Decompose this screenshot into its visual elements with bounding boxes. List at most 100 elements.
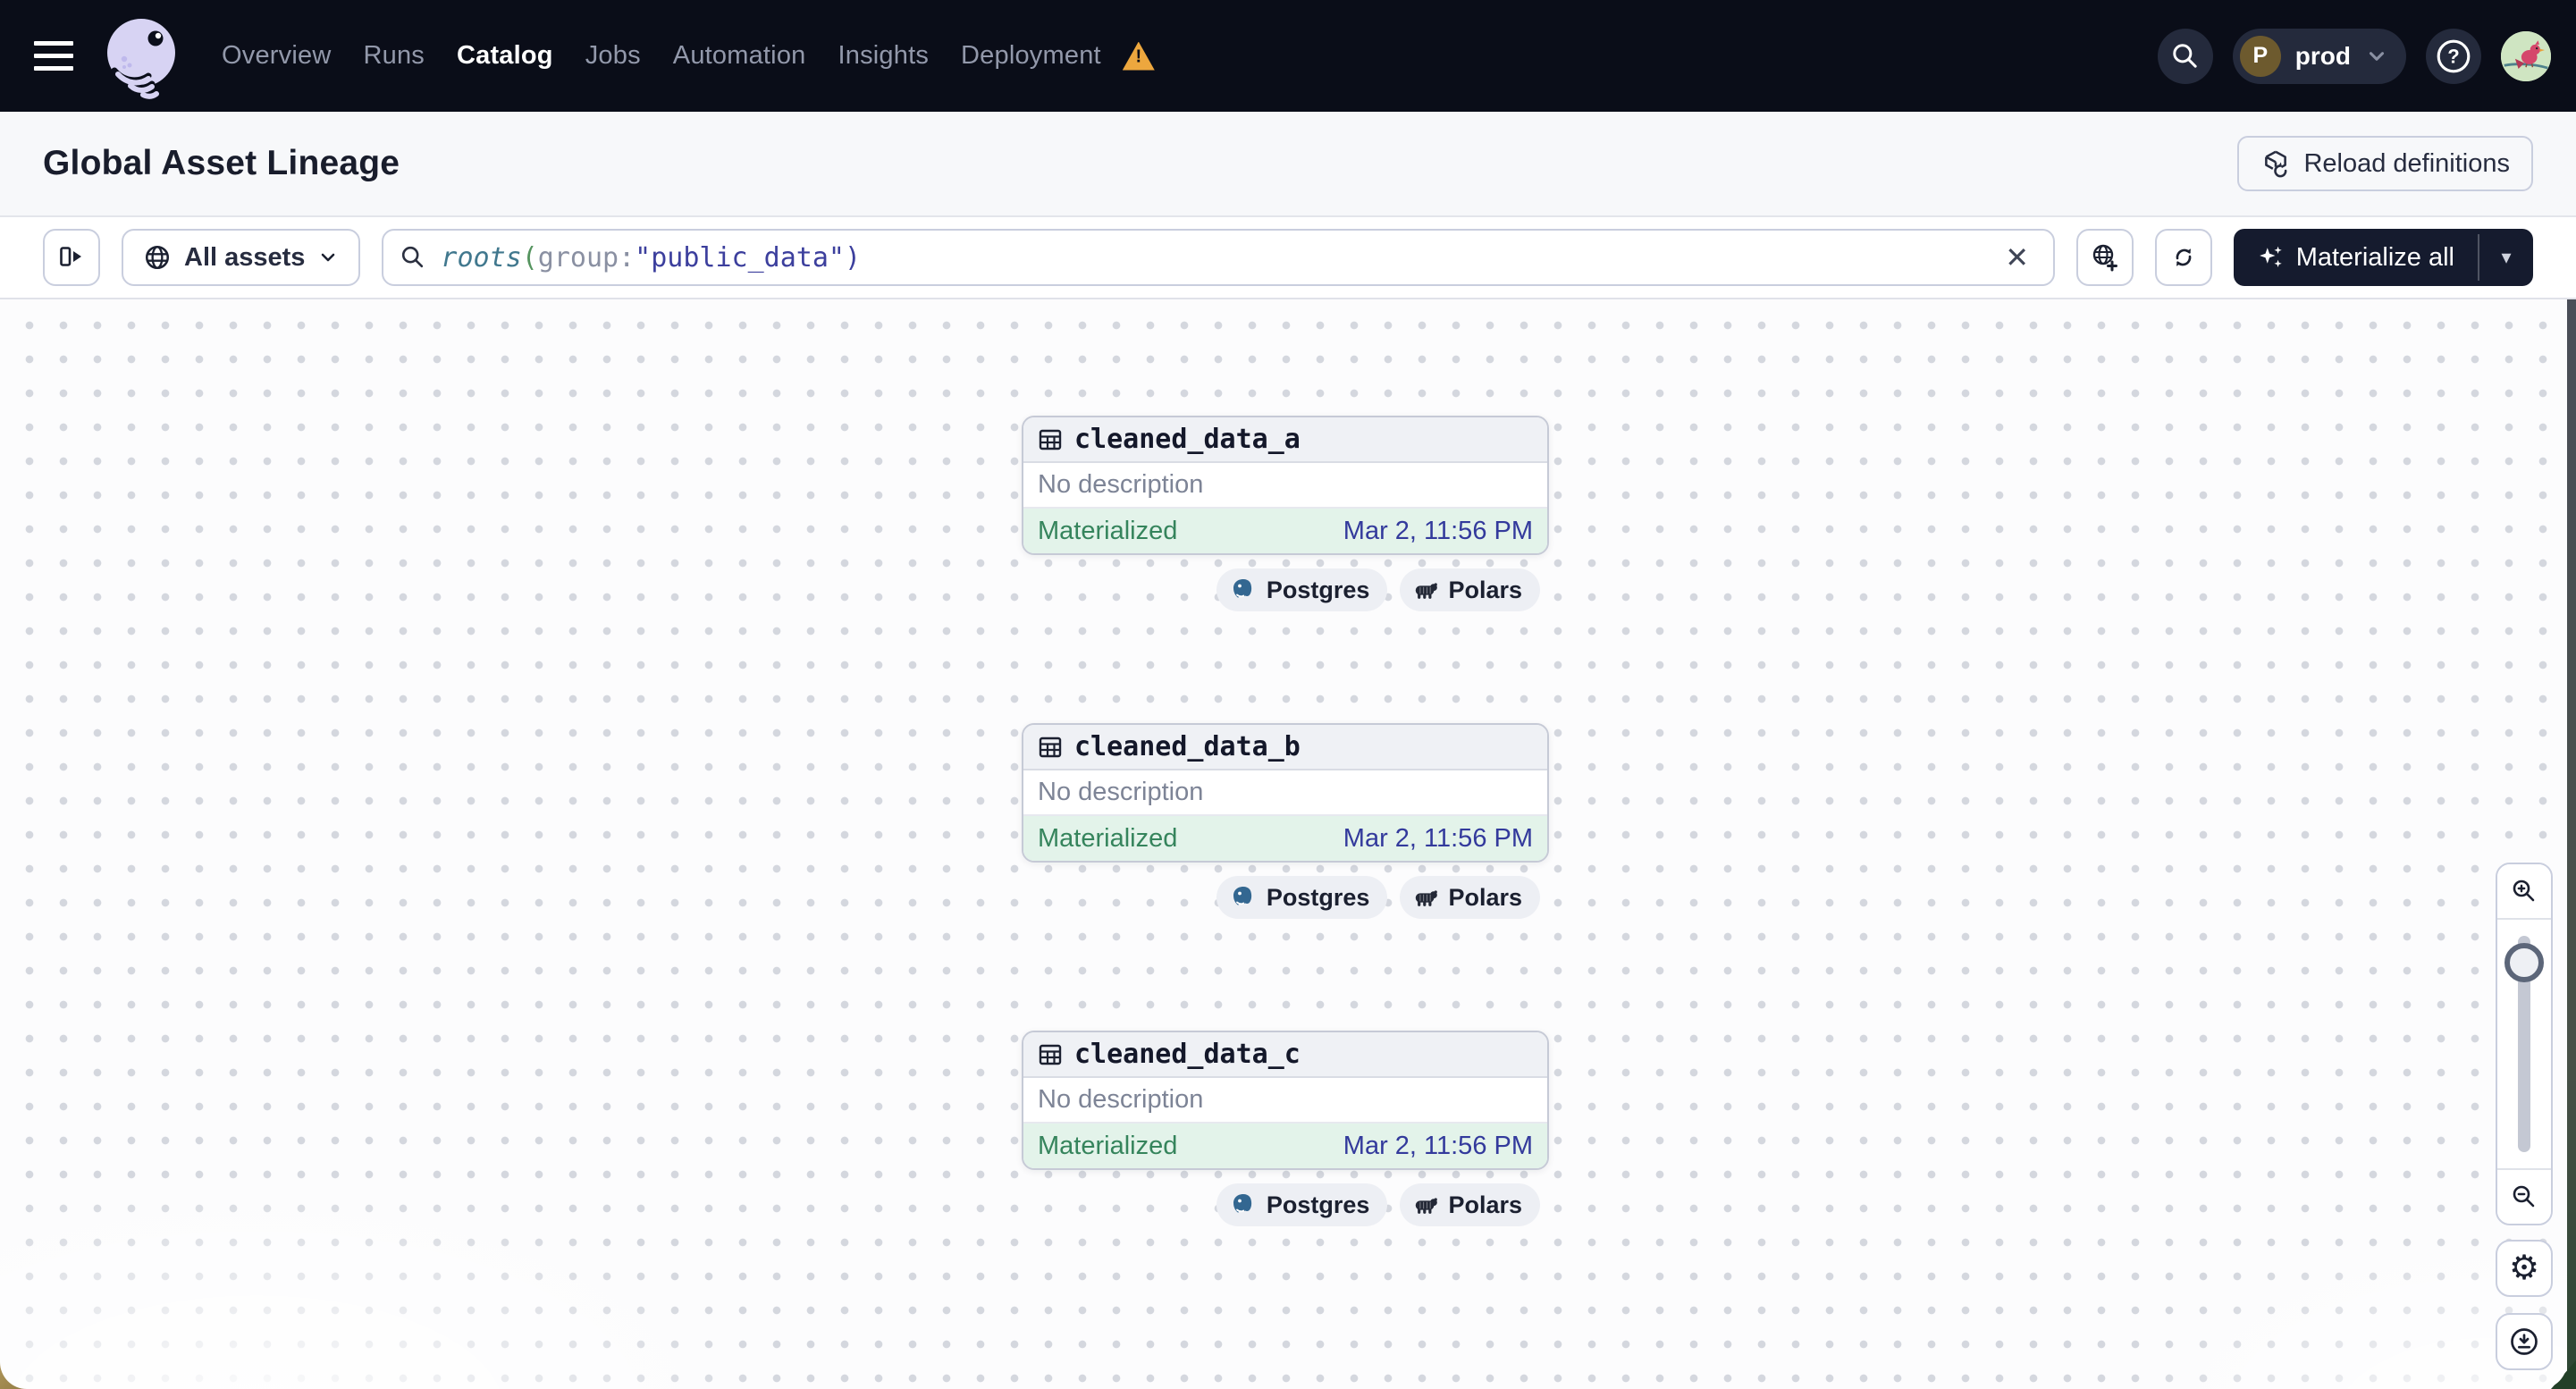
materialize-options-caret[interactable]: ▾	[2479, 229, 2533, 286]
tag-polars[interactable]: Polars	[1400, 568, 1540, 611]
lineage-graph-area: cleaned_data_a No description Materializ…	[0, 299, 2576, 1389]
postgres-icon	[1233, 579, 1252, 598]
cardinal-bird-avatar-image	[2501, 30, 2551, 81]
asset-node-header: cleaned_data_a	[1023, 417, 1547, 463]
asset-description: No description	[1023, 1078, 1547, 1124]
environment-label: prod	[2294, 41, 2351, 70]
nav-item-catalog[interactable]: Catalog	[457, 41, 553, 71]
search-icon	[402, 246, 424, 268]
nav-item-insights[interactable]: Insights	[838, 41, 929, 71]
zoom-slider[interactable]	[2497, 920, 2551, 1168]
asset-scope-dropdown[interactable]: All assets	[122, 229, 361, 286]
environment-switcher[interactable]: P prod	[2232, 28, 2406, 84]
postgres-icon	[1233, 887, 1252, 905]
tag-label: Postgres	[1266, 576, 1370, 603]
refresh-icon	[2176, 248, 2192, 266]
status-label: Materialized	[1038, 516, 1178, 545]
view-full-graph-button[interactable]	[2075, 229, 2134, 286]
asset-node-cleaned-data-a[interactable]: cleaned_data_a No description Materializ…	[1022, 416, 1549, 555]
search-button[interactable]	[2157, 28, 2213, 84]
page-title: Global Asset Lineage	[43, 144, 400, 182]
search-query: roots(group:"public_data")	[441, 242, 861, 274]
help-button[interactable]: ?	[2426, 28, 2481, 84]
asset-name: cleaned_data_c	[1074, 1039, 1301, 1070]
reload-definitions-label: Reload definitions	[2303, 148, 2510, 178]
asset-status-bar: Materialized Mar 2, 11:56 PM	[1023, 816, 1547, 861]
materialization-timestamp[interactable]: Mar 2, 11:56 PM	[1343, 517, 1533, 546]
zoom-slider-thumb[interactable]	[2504, 943, 2544, 982]
nav-item-overview[interactable]: Overview	[222, 41, 331, 71]
download-image-button[interactable]	[2496, 1313, 2553, 1370]
nav-right-cluster: P prod ?	[2157, 28, 2551, 84]
dagster-logo-icon	[107, 18, 175, 99]
asset-name: cleaned_data_b	[1074, 731, 1301, 762]
polars-icon	[1416, 890, 1438, 906]
sparkles-icon	[2259, 246, 2282, 268]
asset-description: No description	[1023, 463, 1547, 509]
asset-status-bar: Materialized Mar 2, 11:56 PM	[1023, 509, 1547, 553]
user-avatar[interactable]	[2501, 30, 2551, 81]
chevron-down-icon	[2369, 51, 2385, 61]
panel-toggle-icon	[60, 247, 81, 266]
asset-status-bar: Materialized Mar 2, 11:56 PM	[1023, 1124, 1547, 1168]
asset-name: cleaned_data_a	[1074, 424, 1301, 455]
tag-polars[interactable]: Polars	[1400, 876, 1540, 919]
zoom-in-icon	[2513, 880, 2535, 902]
deployment-warning-icon[interactable]	[1122, 41, 1155, 71]
polars-icon	[1416, 1198, 1438, 1214]
tag-label: Polars	[1448, 883, 1522, 911]
nav-item-jobs[interactable]: Jobs	[585, 41, 641, 71]
asset-description: No description	[1023, 770, 1547, 816]
asset-node-cleaned-data-b[interactable]: cleaned_data_b No description Materializ…	[1022, 723, 1549, 863]
nav-item-deployment[interactable]: Deployment	[961, 41, 1101, 71]
asset-node-header: cleaned_data_b	[1023, 725, 1547, 770]
table-icon	[1039, 1044, 1062, 1065]
nav-item-automation[interactable]: Automation	[673, 41, 806, 71]
zoom-in-button[interactable]	[2497, 864, 2551, 920]
table-icon	[1039, 737, 1062, 757]
open-side-panel-button[interactable]	[43, 229, 100, 286]
hamburger-menu-icon[interactable]	[25, 28, 82, 85]
materialize-all-split-button: Materialize all ▾	[2233, 229, 2533, 286]
materialize-all-button[interactable]: Materialize all	[2234, 229, 2478, 286]
reload-definitions-button[interactable]: Reload definitions	[2237, 136, 2533, 191]
asset-tag-row: Postgres Polars	[1216, 876, 1540, 919]
tag-postgres[interactable]: Postgres	[1216, 876, 1388, 919]
refresh-button[interactable]	[2154, 229, 2212, 286]
tag-postgres[interactable]: Postgres	[1216, 568, 1388, 611]
query-paren-close: )	[844, 241, 862, 274]
tag-label: Postgres	[1266, 883, 1370, 911]
nav-item-runs[interactable]: Runs	[363, 41, 425, 71]
polars-icon	[1416, 583, 1438, 599]
zoom-out-button[interactable]	[2497, 1168, 2551, 1224]
globe-plus-icon	[2092, 244, 2117, 272]
asset-node-cleaned-data-c[interactable]: cleaned_data_c No description Materializ…	[1022, 1031, 1549, 1170]
asset-node-header: cleaned_data_c	[1023, 1032, 1547, 1078]
asset-scope-label: All assets	[184, 242, 306, 272]
zoom-control-group	[2496, 863, 2553, 1225]
zoom-out-icon	[2513, 1185, 2535, 1208]
postgres-icon	[1233, 1194, 1252, 1213]
tag-label: Polars	[1448, 1191, 1522, 1218]
right-edge-strip	[2567, 299, 2576, 1389]
status-label: Materialized	[1038, 1131, 1178, 1160]
materialize-all-label: Materialize all	[2295, 242, 2454, 272]
environment-avatar: P	[2239, 35, 2281, 77]
tag-postgres[interactable]: Postgres	[1216, 1183, 1388, 1226]
graph-settings-button[interactable]: ⚙	[2496, 1240, 2553, 1297]
asset-selection-input[interactable]: roots(group:"public_data") ✕	[382, 229, 2055, 286]
main-nav-links: Overview Runs Catalog Jobs Automation In…	[222, 41, 1155, 71]
download-icon	[2511, 1328, 2538, 1355]
tag-polars[interactable]: Polars	[1400, 1183, 1540, 1226]
gear-icon: ⚙	[2508, 1250, 2540, 1287]
asset-tag-row: Postgres Polars	[1216, 568, 1540, 611]
clear-search-button[interactable]: ✕	[1998, 238, 2037, 277]
lineage-canvas[interactable]: cleaned_data_a No description Materializ…	[0, 299, 2567, 1389]
status-label: Materialized	[1038, 823, 1178, 853]
query-attribute: group	[537, 241, 619, 274]
tag-label: Postgres	[1266, 1191, 1370, 1218]
query-paren-open: (	[521, 241, 538, 274]
graph-controls: ⚙	[2496, 863, 2553, 1370]
materialization-timestamp[interactable]: Mar 2, 11:56 PM	[1343, 824, 1533, 854]
materialization-timestamp[interactable]: Mar 2, 11:56 PM	[1343, 1132, 1533, 1161]
